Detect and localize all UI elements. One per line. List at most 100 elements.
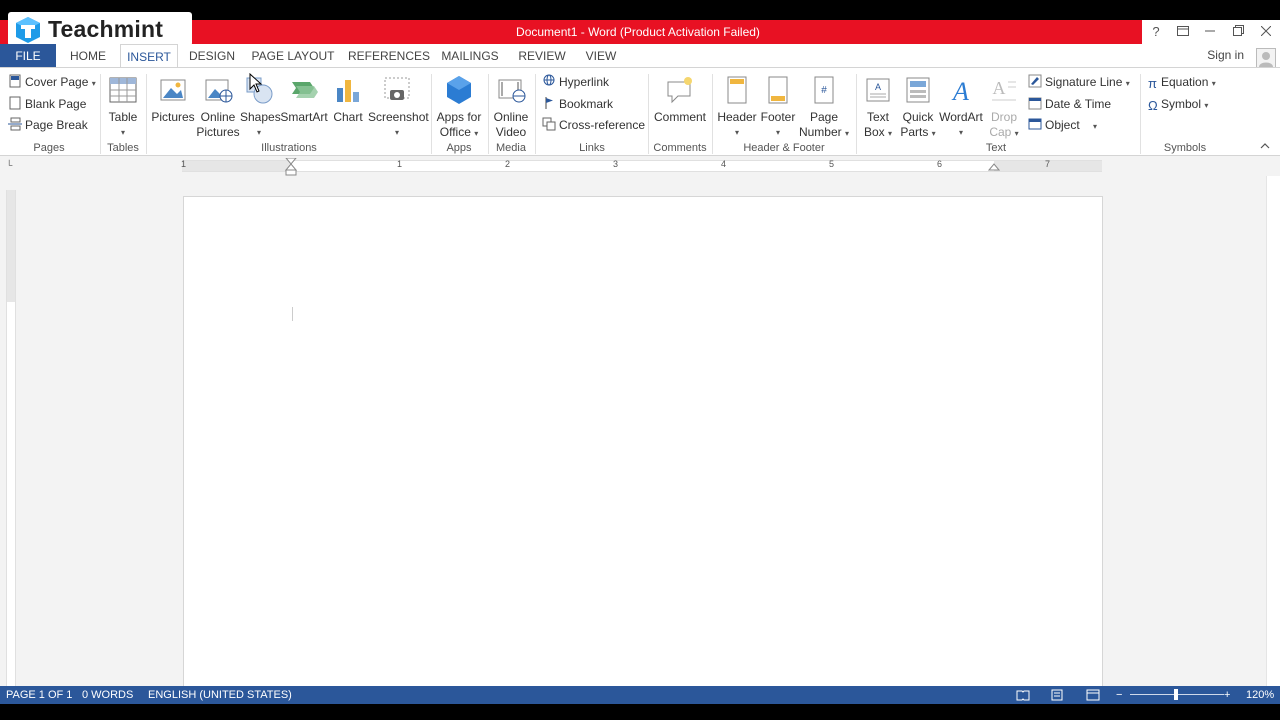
group-separator xyxy=(488,74,489,154)
footer-button[interactable]: Footer ▾ xyxy=(758,74,798,140)
apps-for-office-button[interactable]: Apps for Office ▾ xyxy=(434,74,484,141)
ruler-number: 5 xyxy=(829,159,835,169)
tab-review[interactable]: REVIEW xyxy=(516,44,568,68)
comment-button[interactable]: Comment xyxy=(652,74,708,125)
tab-mailings[interactable]: MAILINGS xyxy=(438,44,502,68)
drop-cap-icon: A xyxy=(992,78,1016,101)
date-time-button[interactable]: Date & Time xyxy=(1028,94,1111,114)
help-icon[interactable]: ? xyxy=(1146,22,1166,42)
avatar[interactable] xyxy=(1256,48,1276,68)
right-indent-marker-icon[interactable] xyxy=(988,162,1000,172)
tab-references[interactable]: REFERENCES xyxy=(348,44,430,68)
quick-parts-icon xyxy=(906,77,930,103)
ruler-number: 1 xyxy=(397,159,403,169)
group-separator xyxy=(648,74,649,154)
status-bar: PAGE 1 OF 1 0 WORDS ENGLISH (UNITED STAT… xyxy=(0,686,1280,704)
text-box-button[interactable]: A Text Box ▾ xyxy=(858,74,898,141)
group-separator xyxy=(856,74,857,154)
online-pictures-button[interactable]: Online Pictures xyxy=(196,74,240,140)
print-layout-icon[interactable] xyxy=(1050,689,1064,701)
signature-line-button[interactable]: Signature Line ▾ xyxy=(1028,72,1130,92)
text-box-icon: A xyxy=(866,78,890,102)
svg-text:A: A xyxy=(993,78,1006,98)
table-button[interactable]: Table ▾ xyxy=(104,74,142,140)
office-store-icon xyxy=(447,76,471,104)
cross-reference-icon xyxy=(542,117,556,131)
vertical-ruler[interactable] xyxy=(6,190,16,690)
group-label-pages: Pages xyxy=(33,142,65,154)
horizontal-ruler[interactable]: └ 1 1 2 3 4 5 6 7 xyxy=(0,156,1280,176)
document-page[interactable] xyxy=(183,196,1103,696)
group-label-links: Links xyxy=(579,142,605,154)
page-break-button[interactable]: Page Break xyxy=(8,115,88,135)
ruler-number: 2 xyxy=(505,159,511,169)
web-layout-icon[interactable] xyxy=(1086,689,1100,701)
quick-parts-button[interactable]: Quick Parts ▾ xyxy=(898,74,938,141)
group-separator xyxy=(146,74,147,154)
online-video-button[interactable]: Online Video xyxy=(490,74,532,140)
equation-button[interactable]: π Equation ▾ xyxy=(1148,72,1216,92)
title-bar: Document1 - Word (Product Activation Fai… xyxy=(0,20,1280,44)
zoom-in-icon[interactable]: + xyxy=(1224,686,1230,704)
wordart-button[interactable]: A WordArt ▾ xyxy=(938,74,984,140)
cross-reference-button[interactable]: Cross-reference xyxy=(542,115,645,135)
group-separator xyxy=(535,74,536,154)
hyperlink-icon xyxy=(543,74,555,86)
symbol-button[interactable]: Ω Symbol ▾ xyxy=(1148,94,1208,114)
online-pictures-icon xyxy=(205,79,233,103)
pictures-button[interactable]: Pictures xyxy=(150,74,196,125)
svg-text:#: # xyxy=(821,85,827,96)
bookmark-button[interactable]: Bookmark xyxy=(542,94,613,114)
blank-page-button[interactable]: Blank Page xyxy=(8,94,86,114)
ribbon-display-options-icon[interactable] xyxy=(1173,22,1193,42)
minimize-icon[interactable] xyxy=(1200,22,1220,42)
calendar-icon xyxy=(1028,97,1042,110)
restore-icon[interactable] xyxy=(1228,22,1248,42)
cover-page-button[interactable]: Cover Page ▾ xyxy=(8,72,96,92)
online-video-icon xyxy=(498,79,526,103)
ribbon-tabs: FILE HOME INSERT DESIGN PAGE LAYOUT REFE… xyxy=(0,44,1280,68)
vertical-scrollbar[interactable] xyxy=(1266,176,1280,686)
pictures-icon xyxy=(160,79,186,101)
read-mode-icon[interactable] xyxy=(1016,689,1030,701)
tab-file[interactable]: FILE xyxy=(0,44,56,68)
language-status[interactable]: ENGLISH (UNITED STATES) xyxy=(148,686,292,704)
omega-icon: Ω xyxy=(1148,98,1158,113)
ruler-number: 4 xyxy=(721,159,727,169)
group-separator xyxy=(431,74,432,154)
group-label-symbols: Symbols xyxy=(1163,142,1207,154)
page-number-button[interactable]: # Page Number ▾ xyxy=(798,74,850,141)
drop-cap-button: A Drop Cap ▾ xyxy=(984,74,1024,141)
screenshot-icon xyxy=(384,77,410,100)
word-window: Document1 - Word (Product Activation Fai… xyxy=(0,0,1280,720)
tab-design[interactable]: DESIGN xyxy=(186,44,238,68)
ruler-number: 6 xyxy=(937,159,943,169)
collapse-ribbon-icon[interactable] xyxy=(1260,138,1270,158)
screenshot-button[interactable]: Screenshot ▾ xyxy=(368,74,429,140)
header-button[interactable]: Header ▾ xyxy=(716,74,758,140)
close-icon[interactable] xyxy=(1256,22,1276,42)
hyperlink-button[interactable]: Hyperlink xyxy=(542,72,609,92)
object-icon xyxy=(1028,118,1042,130)
group-separator xyxy=(712,74,713,154)
svg-text:A: A xyxy=(951,77,969,106)
word-count-status[interactable]: 0 WORDS xyxy=(82,686,133,704)
ruler-number: 3 xyxy=(613,159,619,169)
zoom-slider-thumb[interactable] xyxy=(1174,689,1178,700)
group-label-tables: Tables xyxy=(107,142,139,154)
object-button[interactable]: Object ▾ xyxy=(1028,115,1097,135)
zoom-level[interactable]: 120% xyxy=(1246,686,1274,704)
zoom-out-icon[interactable]: − xyxy=(1116,686,1122,704)
tab-insert[interactable]: INSERT xyxy=(120,44,178,68)
sign-in-link[interactable]: Sign in xyxy=(1207,48,1244,62)
group-separator xyxy=(1140,74,1141,154)
chart-button[interactable]: Chart xyxy=(330,74,366,125)
tab-home[interactable]: HOME xyxy=(64,44,112,68)
page-count-status[interactable]: PAGE 1 OF 1 xyxy=(6,686,72,704)
comment-icon xyxy=(667,77,692,104)
tab-selector-icon[interactable]: └ xyxy=(6,160,16,170)
smartart-button[interactable]: SmartArt xyxy=(280,74,328,125)
indent-marker-icon[interactable] xyxy=(285,158,297,176)
tab-page-layout[interactable]: PAGE LAYOUT xyxy=(250,44,336,68)
tab-view[interactable]: VIEW xyxy=(582,44,620,68)
